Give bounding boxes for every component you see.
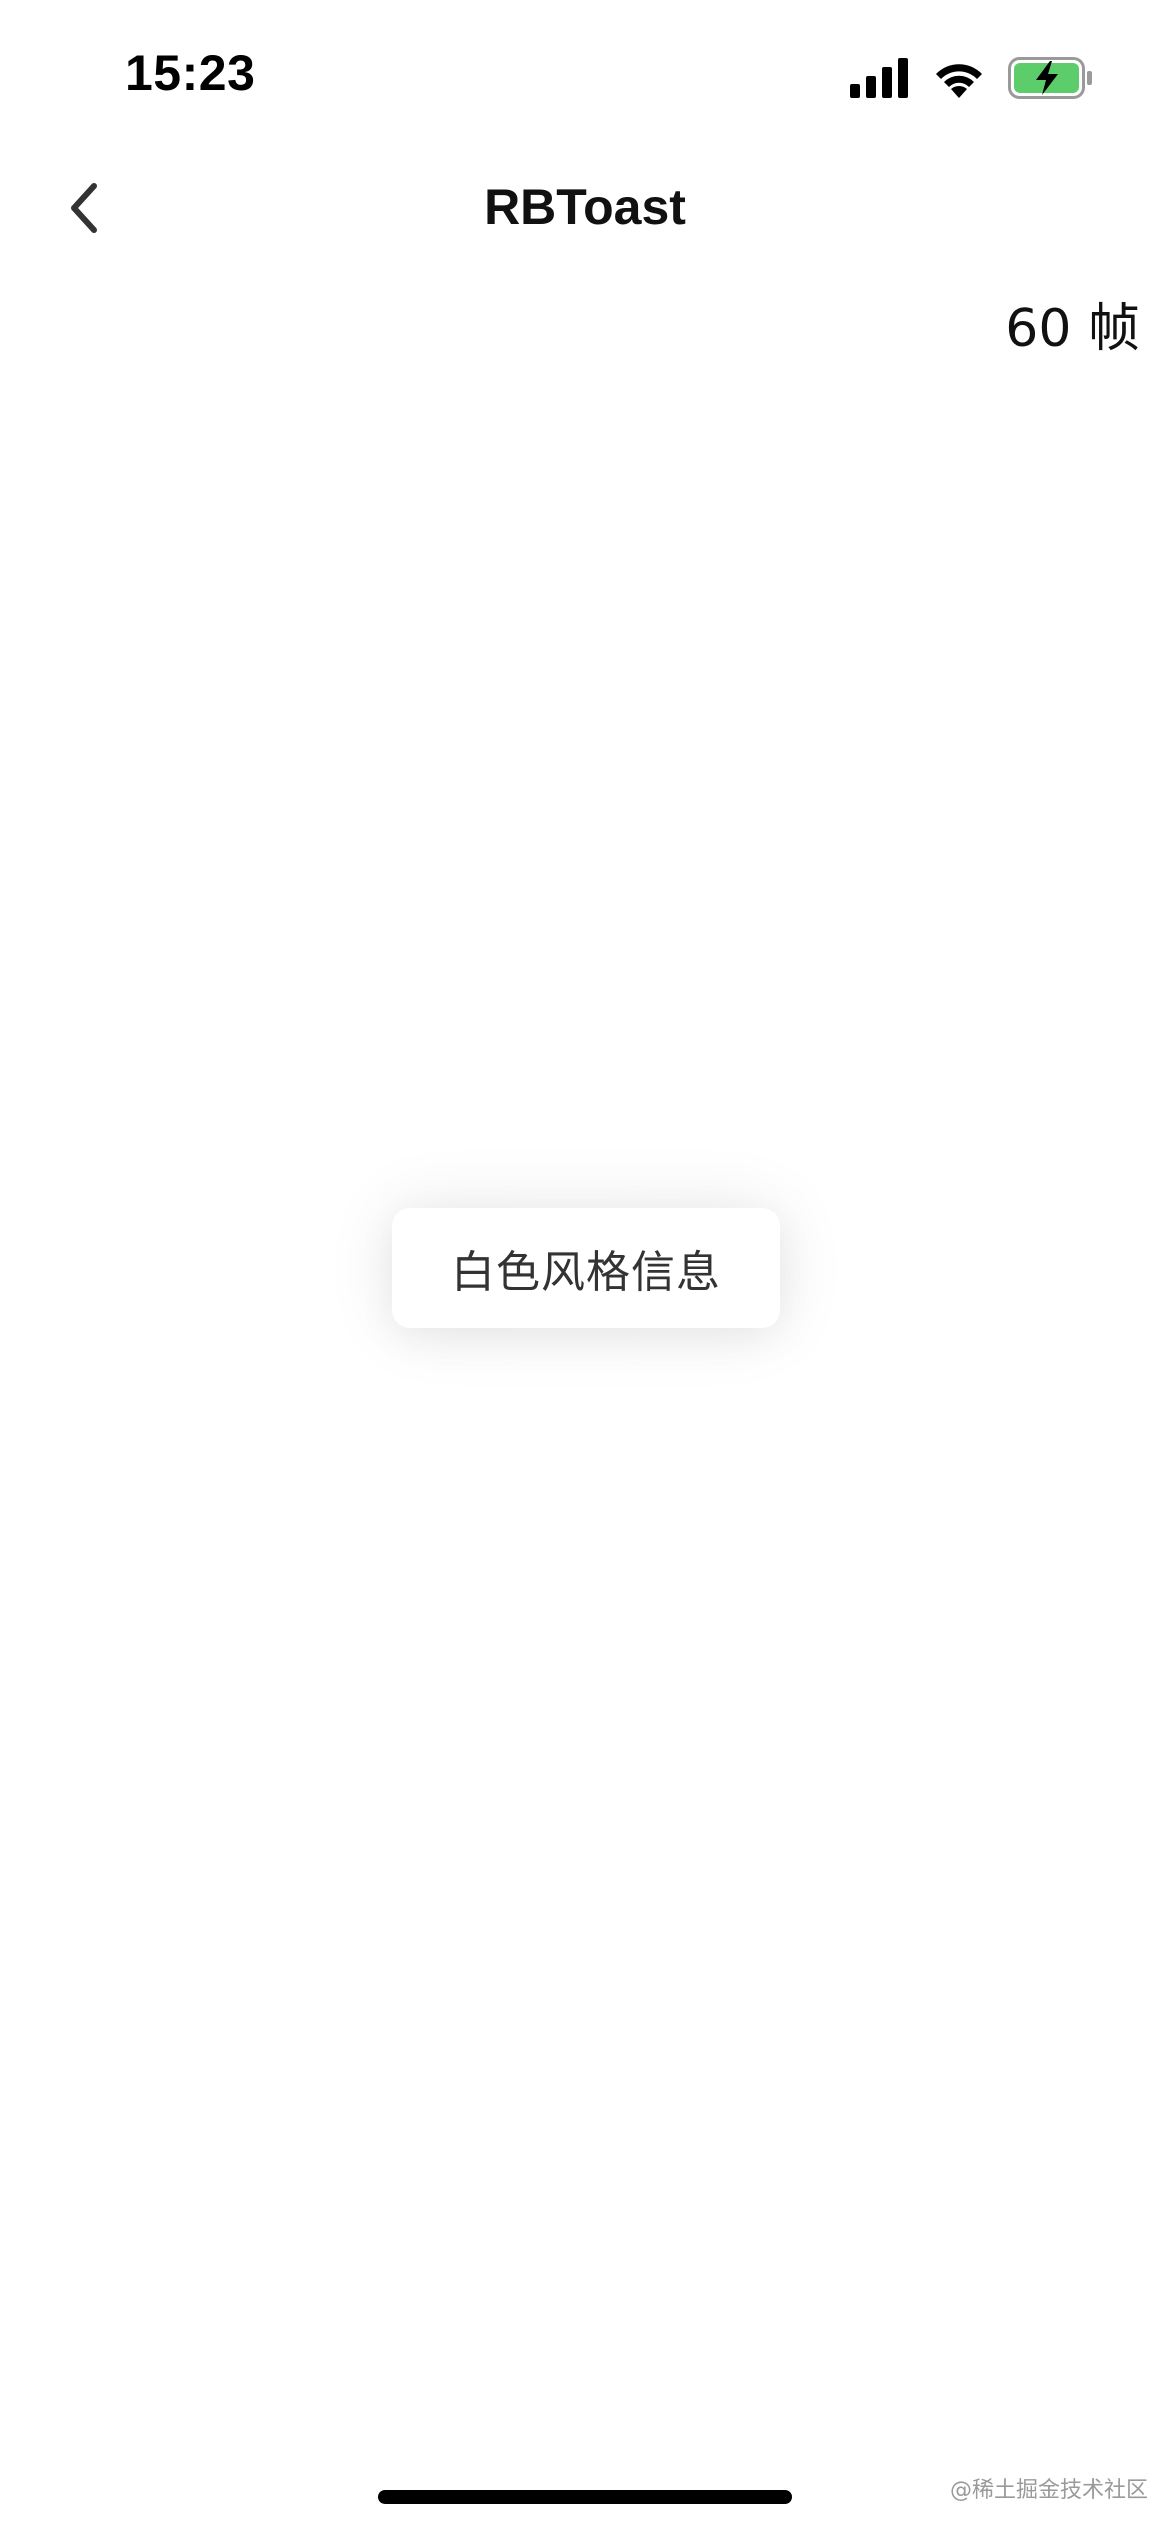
page-title: RBToast [484, 179, 686, 235]
wifi-icon [932, 58, 986, 98]
status-bar: 15:23 [0, 0, 1170, 140]
status-time: 15:23 [125, 45, 256, 101]
status-icons [850, 50, 1094, 106]
fps-counter: 60 帧 [1005, 299, 1140, 359]
navigation-bar: RBToast [0, 160, 1170, 260]
battery-charging-icon [1008, 57, 1094, 99]
cellular-signal-icon [850, 58, 910, 98]
toast: 白色风格信息 [392, 1208, 780, 1328]
watermark: @稀土掘金技术社区 [949, 2478, 1148, 2503]
toast-message: 白色风格信息 [451, 1247, 721, 1298]
home-indicator[interactable] [378, 2490, 792, 2504]
